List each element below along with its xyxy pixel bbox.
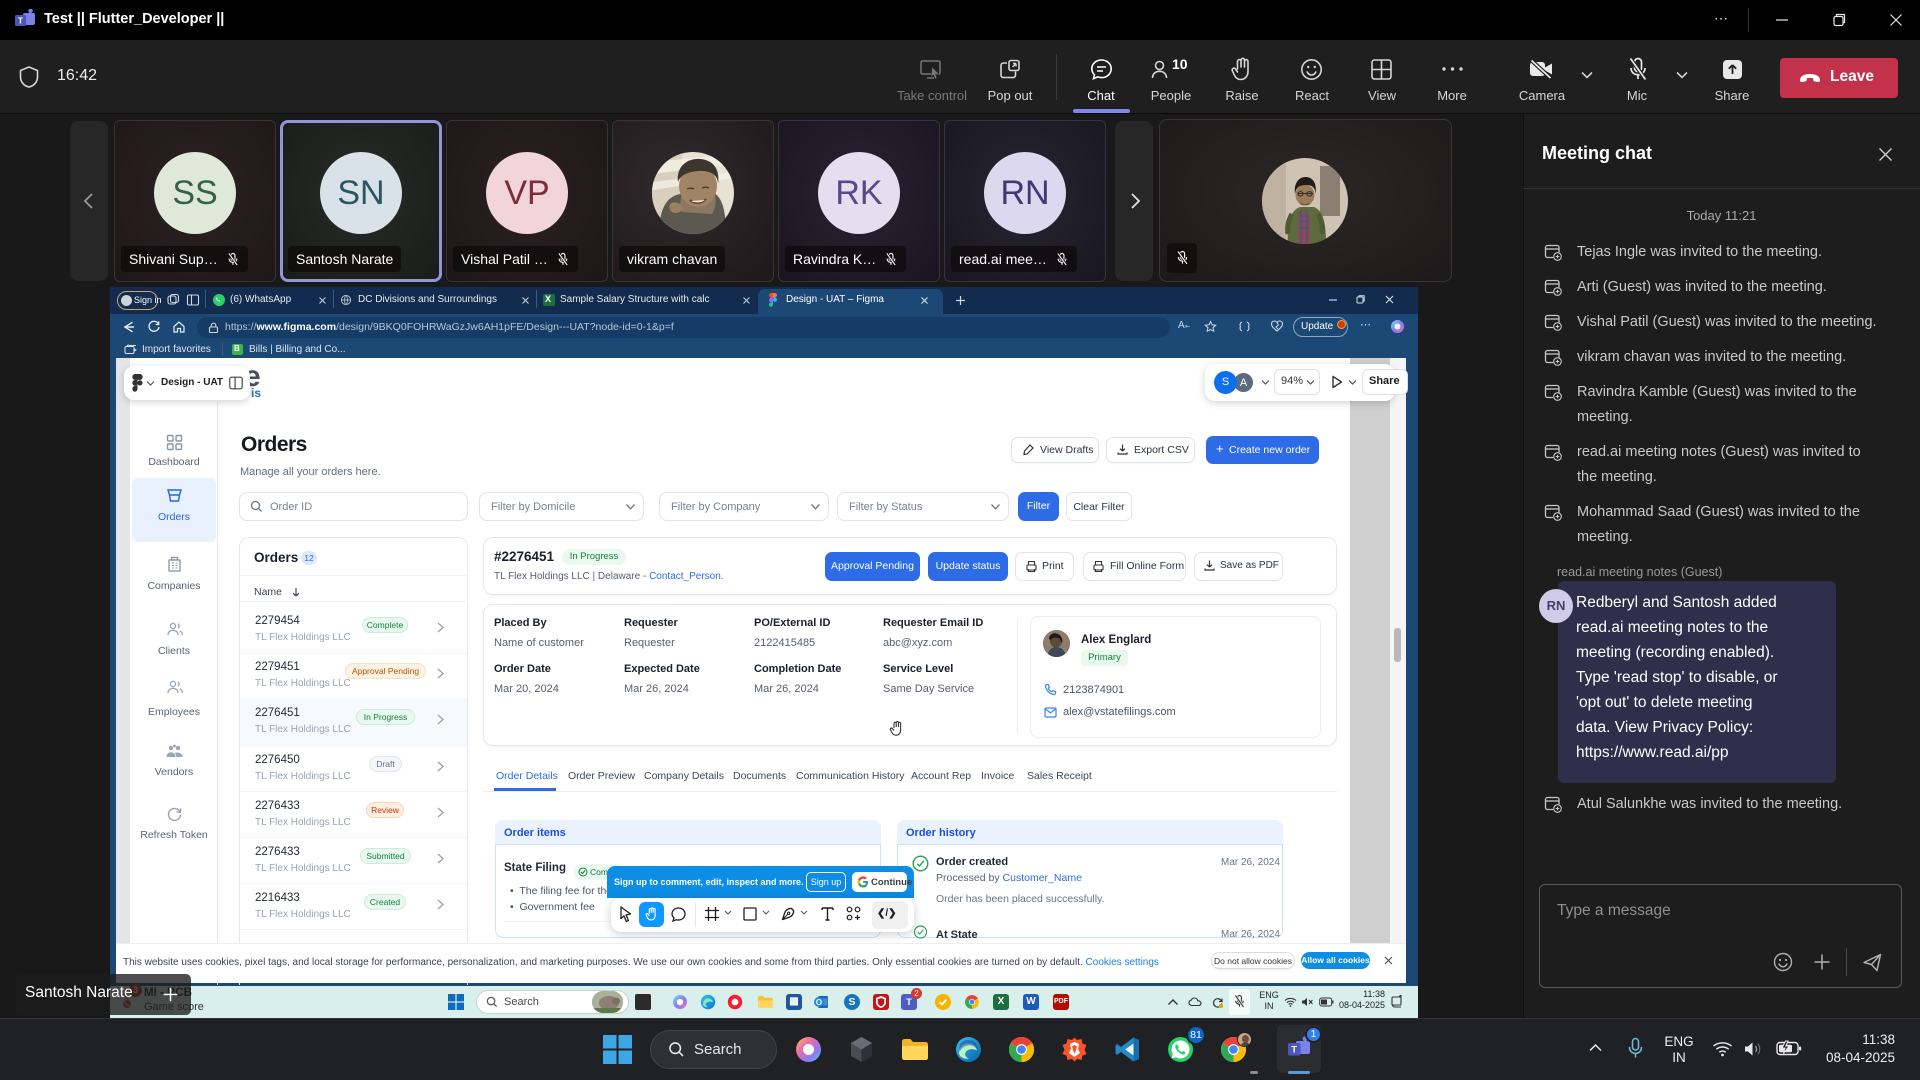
svg-text:T: T: [1291, 1045, 1297, 1056]
svg-text:O: O: [816, 998, 822, 1007]
svg-text:T: T: [18, 16, 24, 26]
